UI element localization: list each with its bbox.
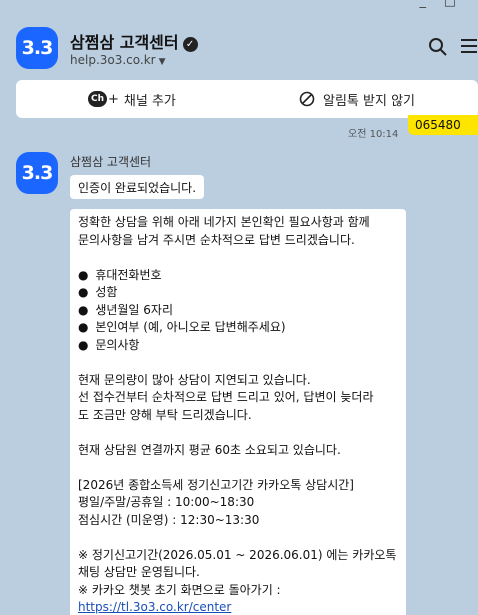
list-item: ● 본인여부 (예, 아니오로 답변해주세요) — [78, 319, 398, 337]
message-line: ※ 정기신고기간(2026.05.01 ~ 2026.06.01) 에는 카카오… — [78, 547, 397, 562]
list-item-text: 본인여부 (예, 아니오로 답변해주세요) — [95, 320, 286, 334]
bullet-icon: ● — [78, 285, 89, 299]
center-link[interactable]: https://tl.3o3.co.kr/center — [78, 600, 231, 614]
channel-add-icon: Ch — [88, 91, 108, 107]
message-line: 평일/주말/공휴일 : 10:00~18:30 — [78, 495, 255, 509]
message-line: ※ 카카오 챗봇 초기 화면으로 돌아가기 : — [78, 582, 281, 597]
message-line: 점심시간 (미운영) : 12:30~13:30 — [78, 512, 260, 527]
channel-logo[interactable]: 3.3 — [16, 27, 58, 69]
block-icon — [299, 91, 315, 107]
bullet-icon: ● — [78, 337, 89, 352]
message-line: 선 접수건부터 순차적으로 답변 드리고 있어, 답변이 늦더라 — [78, 390, 374, 404]
bullet-icon: ● — [78, 302, 89, 317]
channel-url[interactable]: help.3o3.co.kr ▼ — [70, 53, 166, 67]
chevron-down-icon[interactable]: ▼ — [159, 57, 166, 67]
add-channel-label: 채널 추가 — [123, 93, 176, 109]
search-icon[interactable] — [428, 37, 448, 57]
channel-action-bar: Ch + 채널 추가 알림톡 받지 않기 — [16, 80, 478, 118]
incoming-message-bubble[interactable]: 정확한 상담을 위해 아래 네가지 본인확인 필요사항과 함께 문의사항을 남겨… — [70, 209, 406, 615]
check-badge-icon: ✓ — [182, 37, 198, 52]
list-item-text: 휴대전화번호 — [95, 267, 162, 282]
plus-icon: + — [108, 91, 119, 107]
message-line: [2026년 종합소득세 정기신고기간 카카오톡 상담시간] — [78, 477, 354, 492]
incoming-message-bubble[interactable]: 인증이 완료되었습니다. — [70, 175, 205, 199]
message-line: 도 조금만 양해 부탁 드리겠습니다. — [78, 407, 252, 422]
message-line: 채팅 상담만 운영됩니다. — [78, 565, 200, 579]
message-line: 현재 문의량이 많아 상담이 지연되고 있습니다. — [78, 372, 311, 387]
block-notification-button[interactable]: 알림톡 받지 않기 — [299, 80, 415, 118]
list-item-text: 성함 — [95, 285, 118, 299]
list-item-text: 생년월일 6자리 — [95, 302, 174, 317]
menu-icon[interactable] — [461, 38, 477, 54]
message-line: 문의사항을 남겨 주시면 순차적으로 답변 드리겠습니다. — [78, 232, 355, 247]
sender-avatar[interactable]: 3.3 — [16, 152, 58, 194]
chat-header: 3.3 삼쩜삼 고객센터 ✓ help.3o3.co.kr ▼ — [0, 0, 478, 78]
message-line: 현재 상담원 연결까지 평균 60초 소요되고 있습니다. — [78, 442, 341, 457]
bullet-icon: ● — [78, 267, 89, 282]
add-channel-button[interactable]: Ch + 채널 추가 — [88, 80, 176, 118]
message-timestamp: 오전 10:14 — [348, 129, 399, 140]
bullet-icon: ● — [78, 320, 89, 334]
list-item-text: 문의사항 — [95, 337, 140, 352]
list-item: ● 생년월일 6자리 — [78, 302, 398, 320]
block-notification-label: 알림톡 받지 않기 — [323, 93, 415, 109]
list-item: ● 휴대전화번호 — [78, 267, 398, 285]
sender-name: 삼쩜삼 고객센터 — [70, 155, 152, 169]
channel-name: 삼쩜삼 고객센터 ✓ — [70, 29, 198, 53]
channel-name-text: 삼쩜삼 고객센터 — [70, 33, 179, 52]
outgoing-message-bubble[interactable]: 065480 — [408, 115, 478, 135]
channel-url-text[interactable]: help.3o3.co.kr — [70, 53, 156, 67]
list-item: ● 성함 — [78, 284, 398, 302]
message-line: 정확한 상담을 위해 아래 네가지 본인확인 필요사항과 함께 — [78, 215, 370, 229]
list-item: ● 문의사항 — [78, 337, 398, 355]
